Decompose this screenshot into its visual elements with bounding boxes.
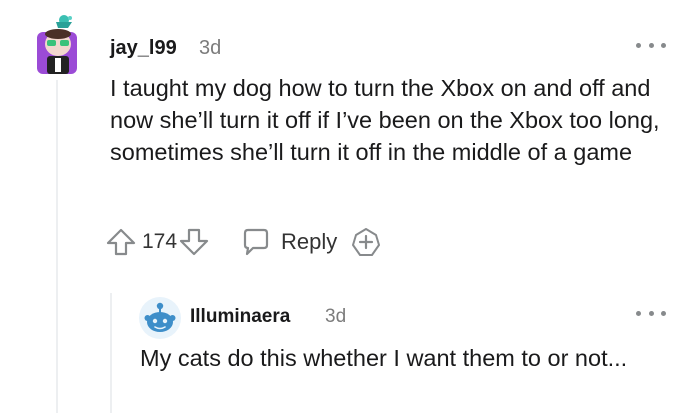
award-icon[interactable]: [349, 225, 383, 259]
user-avatar-icon: [37, 15, 77, 74]
comment-author[interactable]: jay_l99: [110, 37, 177, 59]
arrow-down-icon[interactable]: [177, 225, 211, 259]
reply-button[interactable]: Reply: [239, 225, 337, 259]
reply-thread-line[interactable]: [110, 293, 112, 413]
reply-avatar[interactable]: [138, 296, 182, 340]
avatar[interactable]: [34, 14, 82, 76]
comment-body: I taught my dog how to turn the Xbox on …: [110, 75, 660, 165]
more-options-icon: [636, 310, 641, 316]
more-options-button[interactable]: [636, 38, 666, 52]
more-options-icon: [636, 42, 641, 48]
reply-timestamp: 3d: [325, 306, 347, 327]
more-options-dot: [648, 310, 654, 316]
reply-more-options-button[interactable]: [636, 306, 666, 320]
reply-author[interactable]: Illuminaera: [190, 306, 290, 328]
comment-timestamp: 3d: [199, 37, 222, 59]
comment-actions: 174 Reply: [104, 224, 383, 260]
snoo-avatar-icon: [139, 297, 181, 339]
vote-count: 174: [142, 230, 178, 253]
thread-line[interactable]: [56, 80, 58, 413]
more-options-dot: [661, 42, 666, 48]
more-options-dot: [648, 42, 654, 48]
arrow-up-icon[interactable]: [104, 225, 138, 259]
reply-label: Reply: [281, 229, 338, 254]
reply-body: My cats do this whether I want them to o…: [140, 345, 628, 371]
more-options-dot: [661, 310, 666, 316]
speech-bubble-icon: [239, 225, 273, 259]
